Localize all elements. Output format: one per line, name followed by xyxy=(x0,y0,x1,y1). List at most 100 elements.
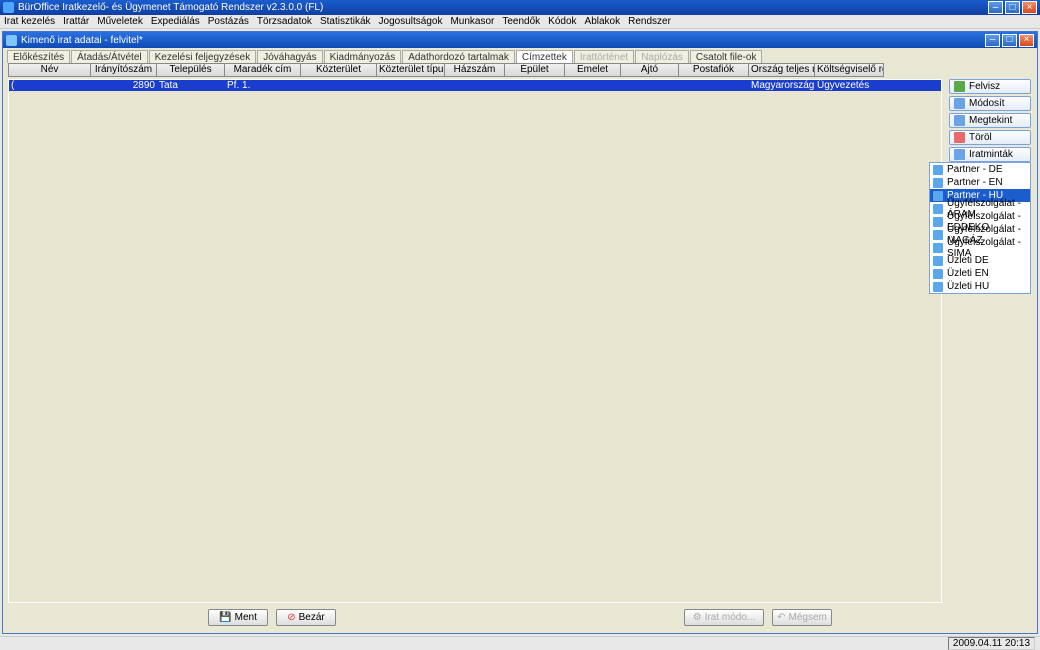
side-button-iratminták[interactable]: Iratminták xyxy=(949,147,1031,162)
cell: Pf. 1. xyxy=(225,80,301,91)
cell: Ügyvezetés xyxy=(815,80,885,91)
side-button-felvisz[interactable]: Felvisz xyxy=(949,79,1031,94)
footer-bar: 💾 Ment ⊘ Bezár ⚙ Irat módo... ↶ Mégsem xyxy=(8,606,1032,629)
iratmodo-label: Irat módo... xyxy=(705,612,756,623)
inner-window: Kimenő irat adatai - felvitel* – □ × Elő… xyxy=(2,31,1038,634)
document-icon xyxy=(933,217,943,227)
menu-item-postázás[interactable]: Postázás xyxy=(208,16,249,27)
tab-adathordoz-tartalmak[interactable]: Adathordozó tartalmak xyxy=(402,50,515,63)
column-header[interactable]: Postafiók xyxy=(678,63,748,77)
tab-kezel-si-feljegyz-sek[interactable]: Kezelési feljegyzések xyxy=(149,50,257,63)
side-button-icon xyxy=(954,81,965,92)
tab--tad-s-tv-tel[interactable]: Átadás/Átvétel xyxy=(71,50,147,63)
side-button-panel: Felvisz Módosít Megtekint Töröl Iratminták xyxy=(949,79,1031,162)
cell xyxy=(679,80,749,91)
dropdown-item[interactable]: Partner - EN xyxy=(930,176,1030,189)
minimize-button[interactable]: – xyxy=(988,1,1003,14)
document-icon xyxy=(933,256,943,266)
undo-icon: ↶ xyxy=(777,612,785,623)
side-button-módosít[interactable]: Módosít xyxy=(949,96,1031,111)
dropdown-item[interactable]: Ügyfélszolgálat - SIMA xyxy=(930,241,1030,254)
close-form-button[interactable]: ⊘ Bezár xyxy=(276,609,336,626)
menu-item-irat-kezelés[interactable]: Irat kezelés xyxy=(4,16,55,27)
dropdown-item-label: Üzleti HU xyxy=(947,281,989,292)
document-icon xyxy=(933,269,943,279)
column-header[interactable]: Település xyxy=(156,63,224,77)
column-header[interactable]: Név xyxy=(8,63,90,77)
document-icon xyxy=(933,282,943,292)
column-header[interactable]: Ország teljes név xyxy=(748,63,814,77)
menu-item-kódok[interactable]: Kódok xyxy=(548,16,576,27)
menu-item-munkasor[interactable]: Munkasor xyxy=(450,16,494,27)
iratmodo-icon: ⚙ xyxy=(693,612,702,623)
cell xyxy=(445,80,505,91)
menu-item-jogosultságok[interactable]: Jogosultságok xyxy=(379,16,443,27)
cell xyxy=(565,80,621,91)
side-button-icon xyxy=(954,98,965,109)
side-button-label: Megtekint xyxy=(969,115,1012,126)
cancel-button: ↶ Mégsem xyxy=(772,609,832,626)
maximize-button[interactable]: □ xyxy=(1005,1,1020,14)
side-button-label: Módosít xyxy=(969,98,1005,109)
column-header[interactable]: Maradék cím xyxy=(224,63,300,77)
inner-minimize-button[interactable]: – xyxy=(985,34,1000,47)
main-menubar: Irat kezelés Irattár Műveletek Expediálás Po… xyxy=(0,15,1040,29)
side-button-icon xyxy=(954,132,965,143)
tab-c-mzettek[interactable]: Címzettek xyxy=(516,50,573,63)
column-header[interactable]: Épület xyxy=(504,63,564,77)
inner-close-button[interactable]: × xyxy=(1019,34,1034,47)
inner-titlebar: Kimenő irat adatai - felvitel* – □ × xyxy=(3,32,1037,48)
cell: ( xyxy=(9,80,91,91)
cell xyxy=(301,80,377,91)
tab-el-k-sz-t-s[interactable]: Előkészítés xyxy=(7,50,70,63)
column-header[interactable]: Házszám xyxy=(444,63,504,77)
cell xyxy=(621,80,679,91)
menu-item-ablakok[interactable]: Ablakok xyxy=(585,16,621,27)
menu-item-műveletek[interactable]: Műveletek xyxy=(97,16,143,27)
dropdown-item[interactable]: Üzleti HU xyxy=(930,280,1030,293)
statusbar: 2009.04.11 20:13 xyxy=(0,636,1040,649)
tab-kiadm-nyoz-s[interactable]: Kiadmányozás xyxy=(324,50,402,63)
dropdown-item[interactable]: Üzleti EN xyxy=(930,267,1030,280)
column-header[interactable]: Költségviselő rövid. xyxy=(814,63,884,77)
document-icon xyxy=(933,165,943,175)
table-row[interactable]: (2890TataPf. 1.MagyarországÜgyvezetés xyxy=(9,80,941,91)
app-titlebar: BürOffice Iratkezelő- és Ügymenet Támoga… xyxy=(0,0,1040,15)
window-controls: – □ × xyxy=(988,1,1037,14)
tab-iratt-rt-net: Irattörténet xyxy=(574,50,634,63)
column-header[interactable]: Ajtó xyxy=(620,63,678,77)
inner-app-icon xyxy=(6,35,17,46)
tab-j-v-hagy-s[interactable]: Jóváhagyás xyxy=(257,50,322,63)
dropdown-item-label: Partner - DE xyxy=(947,164,1003,175)
cell xyxy=(505,80,565,91)
menu-item-rendszer[interactable]: Rendszer xyxy=(628,16,671,27)
cell: 2890 xyxy=(91,80,157,91)
side-button-megtekint[interactable]: Megtekint xyxy=(949,113,1031,128)
save-button[interactable]: 💾 Ment xyxy=(208,609,268,626)
cell: Magyarország xyxy=(749,80,815,91)
column-header[interactable]: Közterület típus xyxy=(376,63,444,77)
status-datetime: 2009.04.11 20:13 xyxy=(948,637,1035,650)
inner-window-controls: – □ × xyxy=(985,34,1034,47)
menu-item-teendők[interactable]: Teendők xyxy=(502,16,540,27)
dropdown-item[interactable]: Partner - DE xyxy=(930,163,1030,176)
document-icon xyxy=(933,230,943,240)
side-button-label: Iratminták xyxy=(969,149,1013,160)
inner-maximize-button[interactable]: □ xyxy=(1002,34,1017,47)
save-label: Ment xyxy=(235,612,257,623)
menu-item-irattár[interactable]: Irattár xyxy=(63,16,89,27)
column-header[interactable]: Irányítószám xyxy=(90,63,156,77)
side-button-töröl[interactable]: Töröl xyxy=(949,130,1031,145)
save-icon: 💾 xyxy=(219,612,231,623)
menu-item-törzsadatok[interactable]: Törzsadatok xyxy=(257,16,312,27)
menu-item-expediálás[interactable]: Expediálás xyxy=(151,16,200,27)
tab-csatolt-file-ok[interactable]: Csatolt file-ok xyxy=(690,50,763,63)
column-header[interactable]: Emelet xyxy=(564,63,620,77)
menu-item-statisztikák[interactable]: Statisztikák xyxy=(320,16,371,27)
cell xyxy=(377,80,445,91)
app-icon xyxy=(3,2,14,13)
close-form-label: Bezár xyxy=(299,612,325,623)
close-button[interactable]: × xyxy=(1022,1,1037,14)
side-button-label: Töröl xyxy=(969,132,992,143)
column-header[interactable]: Közterület xyxy=(300,63,376,77)
